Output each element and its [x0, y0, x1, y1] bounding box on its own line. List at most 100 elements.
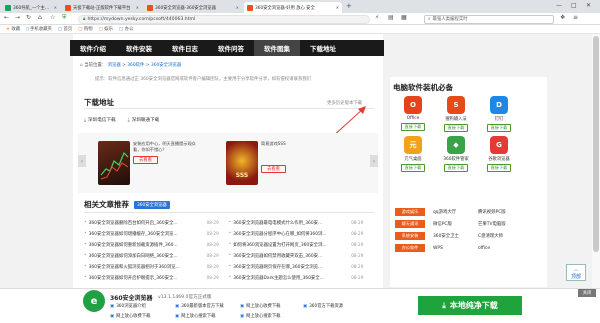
close-window-icon[interactable]: ✕ [586, 2, 591, 9]
tab-2[interactable]: 360安全浏览器-360安全浏览器 ✕ [144, 2, 242, 13]
app-name: 360软件管家 [443, 157, 469, 162]
card-view-button[interactable]: 去看看 [261, 165, 286, 173]
recommend-carousel: ‹ › 安装应用中心，明天直播提示观众看，你如不错心？ 去看看 SSS 简易游戏… [78, 133, 378, 193]
translate-icon[interactable]: ▤ [388, 14, 394, 21]
category-badge[interactable]: 聊天通讯 [395, 220, 425, 228]
bookmark-star-icon[interactable]: ☆ [50, 14, 55, 21]
card-view-button[interactable]: 去看看 [133, 156, 158, 164]
breadcrumb-link[interactable]: 浏览器 [108, 63, 121, 68]
forward-icon[interactable]: → [15, 14, 20, 21]
nav-item-install[interactable]: 软件安装 [116, 40, 162, 56]
related-tag[interactable]: 360安全浏览器 [134, 200, 170, 209]
lightning-icon[interactable]: ⚡ [375, 14, 379, 21]
app-tile[interactable]: ◆ 360软件管家 直接下载 [437, 136, 475, 172]
bookmark-item[interactable]: ▢ 购物 [78, 26, 92, 32]
bookmark-item[interactable]: ▢ 首页 [58, 26, 72, 32]
banner-link[interactable]: ▣ 网上放心收费下载 [240, 303, 280, 310]
tab-close-icon[interactable]: ✕ [54, 5, 57, 10]
app-download-button[interactable]: 直接下载 [486, 164, 512, 172]
nav-item-download[interactable]: 下载地址 [300, 40, 346, 56]
app-download-button[interactable]: 直接下载 [486, 124, 512, 132]
minimize-icon[interactable]: — [556, 2, 562, 9]
download-link-unicom[interactable]: ⤓ 深圳联通下载 [128, 117, 160, 123]
reader-icon[interactable]: ▦ [401, 14, 407, 21]
extension-icon[interactable]: ❖ [560, 14, 565, 21]
related-link[interactable]: 360安全浏览器如何开启护眼提示_360安全... [89, 275, 207, 281]
app-download-button[interactable]: 直接下载 [400, 123, 426, 131]
search-icon: ⌕ [428, 17, 431, 22]
breadcrumb-link[interactable]: 360软件 [127, 63, 144, 68]
back-to-top-button[interactable]: ︿ 顶部 [566, 264, 586, 281]
bookmark-item[interactable]: ▢ 娱乐 [99, 26, 113, 32]
url-field[interactable]: 🔒︎ https://mydown.yesky.com/pcsoft/44006… [78, 14, 370, 24]
related-link[interactable]: 360安全浏览器分程序中心在哪_如何将360浏... [233, 231, 351, 237]
banner-link[interactable]: ▣ 网上放心搜索下载 [240, 313, 280, 320]
breadcrumb-link[interactable]: 360安全浏览器 [151, 63, 181, 68]
related-link[interactable]: 360安全浏览器网页保存在哪_360安全浏览... [233, 264, 351, 270]
related-link[interactable]: 360安全浏览器如何禁用收藏夹双击_360安... [233, 253, 351, 259]
category-link[interactable]: C盘清理大师 [478, 233, 503, 239]
nav-item-intro[interactable]: 软件介绍 [70, 40, 116, 56]
related-link[interactable]: 360安全浏览器如何增播缓存_360安全浏览... [89, 231, 207, 237]
app-download-button[interactable]: 直接下载 [443, 164, 469, 172]
carousel-next-button[interactable]: › [370, 155, 378, 167]
app-tile[interactable]: S 搜狗输入法 直接下载 [437, 96, 475, 132]
category-link[interactable]: 360安全卫士 [433, 233, 478, 239]
category-badge[interactable]: 游戏娱乐 [395, 208, 425, 216]
carousel-card[interactable]: SSS 简易游戏SSS 去看看 [226, 141, 346, 185]
category-link[interactable]: 芒果TV电脑版 [478, 221, 506, 227]
tab-label: 360安全浏览器-360安全浏览器 [155, 5, 216, 11]
category-link[interactable]: office [478, 246, 490, 251]
tab-close-icon[interactable]: ✕ [336, 5, 339, 10]
back-icon[interactable]: ← [4, 14, 9, 21]
carousel-prev-button[interactable]: ‹ [78, 155, 86, 167]
maximize-icon[interactable]: □ [571, 2, 577, 9]
carousel-card[interactable]: 安装应用中心，明天直播提示观众看，你如不错心？ 去看看 [98, 141, 218, 185]
related-link[interactable]: 360安全浏览器和火狐浏览器相对于360浏览... [89, 264, 207, 270]
banner-link[interactable]: ▣ 360官方下载资源 [303, 303, 343, 310]
scrollbar-thumb[interactable] [593, 36, 599, 252]
category-link[interactable]: 微信PC版 [433, 221, 478, 227]
tab-3[interactable]: 360安全浏览器-好用 放心 安全 ✕ [244, 2, 342, 13]
tab-0[interactable]: 360导航_一个主页，整个世界✕ [2, 2, 60, 13]
related-link[interactable]: 360安全浏览器如何重新加载资源插件_360... [89, 242, 207, 248]
banner-link[interactable]: ▣ 网上放心搜索下载 [175, 313, 215, 320]
new-tab-icon[interactable]: + [346, 2, 352, 10]
app-download-button[interactable]: 直接下载 [400, 164, 426, 172]
app-download-button[interactable]: 直接下载 [443, 124, 469, 132]
category-badge[interactable]: 系统安装 [395, 232, 425, 240]
menu-icon[interactable]: ≡ [573, 14, 578, 21]
banner-close-button[interactable]: 关闭 [578, 289, 596, 297]
tab-1[interactable]: 天极下载站-正版软件下载平台 ✕ [62, 2, 142, 13]
local-download-button[interactable]: ⤓ 本地纯净下载 [418, 296, 522, 315]
related-link[interactable]: 360安全浏览器最电电模式什么作用_360安... [233, 220, 351, 226]
bookmark-item[interactable]: ▢ 办公 [119, 26, 133, 32]
small-app-icon: ▣ [175, 313, 180, 319]
banner-link[interactable]: ▣ 360浏览器介绍 [110, 303, 146, 310]
app-tile[interactable]: O Office 直接下载 [394, 96, 432, 132]
download-link-telecom[interactable]: ⤓ 深圳电信下载 [84, 117, 116, 123]
banner-link[interactable]: ▣ 360最新版本官方下载 [175, 303, 224, 310]
app-tile[interactable]: 元元气桌面 直接下载 [394, 136, 432, 172]
related-link[interactable]: 360安全浏览器删除百台如何开启_360安全... [89, 220, 207, 226]
app-tile[interactable]: D 钉钉 直接下载 [480, 96, 518, 132]
nav-item-gallery[interactable]: 软件图集 [254, 40, 300, 56]
bookmark-item[interactable]: ★ 收藏 [6, 26, 20, 32]
bookmark-item[interactable]: ▯ 手机收藏夹 [26, 26, 52, 32]
home-icon[interactable]: ⌂ [38, 14, 42, 21]
refresh-icon[interactable]: ↻ [26, 14, 31, 21]
tab-close-icon[interactable]: ✕ [236, 5, 239, 10]
related-link[interactable]: 360安全浏览器Dark主题怎么使用_360安全... [233, 275, 351, 281]
related-link[interactable]: 360安全浏览器如何添加白日网络_360安全... [89, 253, 207, 259]
tab-close-icon[interactable]: ✕ [136, 5, 139, 10]
banner-link[interactable]: ▣ 网上放心收费下载 [110, 313, 150, 320]
app-tile[interactable]: G 谷歌浏览器 直接下载 [480, 136, 518, 172]
category-link[interactable]: 腾讯视频PC版 [478, 209, 506, 215]
search-input[interactable]: ⌕ 最强人类编程实时 [424, 14, 554, 24]
category-link[interactable]: qq游戏大厅 [433, 209, 478, 215]
category-badge[interactable]: 办公软件 [395, 244, 425, 252]
nav-item-qa[interactable]: 软件问答 [208, 40, 254, 56]
category-link[interactable]: WPS [433, 246, 478, 251]
related-link[interactable]: 如何将360浏览器设置为打开网页_360安全浏... [233, 242, 351, 248]
nav-item-log[interactable]: 软件日志 [162, 40, 208, 56]
